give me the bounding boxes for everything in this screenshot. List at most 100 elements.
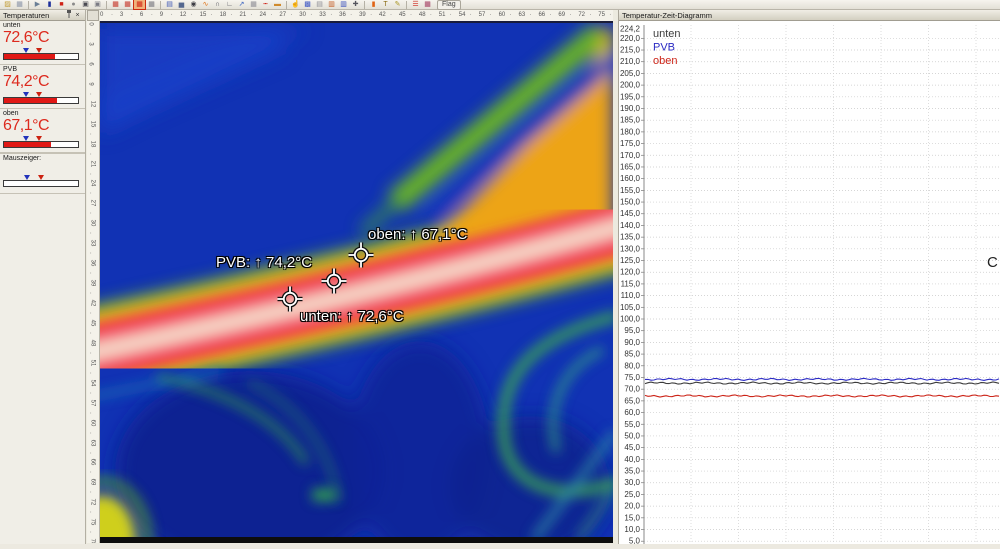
toolbar-layout-grid-button[interactable]: ▦ — [146, 0, 157, 9]
svg-text:180,0: 180,0 — [620, 127, 641, 136]
sensor-value: 74,2°C — [3, 73, 82, 90]
mouse-pointer-section: Mauszeiger: — [0, 153, 85, 194]
svg-text:120,0: 120,0 — [620, 268, 641, 277]
ruler-tick-label: 3 — [120, 12, 123, 18]
ruler-tick-label: 30 — [89, 220, 95, 227]
alarm-marker-high-icon[interactable] — [36, 48, 42, 53]
ruler-tick-dot: · — [231, 12, 233, 18]
toolbar-edit-pen-button[interactable]: ✎ — [392, 0, 403, 9]
ruler-tick-dot: · — [330, 12, 332, 18]
toolbar-alarm-bars-button[interactable]: ☰ — [410, 0, 421, 9]
svg-text:20,0: 20,0 — [624, 502, 640, 511]
toolbar-data-table-button[interactable]: ▦ — [248, 0, 259, 9]
alarm-marker-high-icon[interactable] — [36, 136, 42, 141]
ruler-tick-dot: · — [131, 12, 133, 18]
toolbar-scale-bar-button[interactable]: ▬ — [272, 0, 283, 9]
flag-button[interactable]: Flag — [437, 0, 461, 10]
svg-text:205,0: 205,0 — [620, 69, 641, 78]
pin-icon[interactable] — [64, 10, 73, 21]
svg-text:70,0: 70,0 — [624, 385, 640, 394]
svg-text:75,0: 75,0 — [624, 373, 640, 382]
temperature-scale-bar — [3, 97, 79, 104]
toolbar-rotate-button[interactable]: ◉ — [188, 0, 199, 9]
ruler-tick-dot: · — [589, 12, 591, 18]
ruler-tick-dot: · — [310, 12, 312, 18]
toolbar-palette-table-alt-button[interactable]: ▦ — [122, 0, 133, 9]
toolbar-marker-orange-button[interactable]: ▮ — [368, 0, 379, 9]
toolbar-mixed-view-button[interactable]: ▦ — [422, 0, 433, 9]
crosshair-icon — [347, 241, 375, 269]
toolbar-line-diagram-button[interactable]: ↗ — [236, 0, 247, 9]
legend-entry-unten[interactable]: unten — [653, 28, 681, 40]
ruler-tick-dot: · — [87, 133, 93, 135]
measure-point-oben[interactable] — [347, 241, 375, 269]
alarm-marker-high-icon[interactable] — [38, 175, 44, 180]
toolbar-isotherm-button[interactable]: ┅ — [260, 0, 271, 9]
toolbar-chart-gray-button[interactable]: ▤ — [314, 0, 325, 9]
toolbar-open-folder-button[interactable]: ▨ — [2, 0, 13, 9]
ruler-tick-label: 33 — [89, 240, 95, 247]
temperature-scale-fill — [4, 98, 57, 103]
toolbar-pause-button[interactable]: ▮ — [44, 0, 55, 9]
alarm-marker-low-icon[interactable] — [23, 92, 29, 97]
toolbar-chart-display-button[interactable]: ▤ — [164, 0, 175, 9]
toolbar-camera-button[interactable]: ▣ — [80, 0, 91, 9]
svg-text:30,0: 30,0 — [624, 478, 640, 487]
ruler-tick-dot: · — [609, 12, 611, 18]
ruler-tick-label: 21 — [89, 160, 95, 167]
ruler-tick-label: 45 — [399, 12, 406, 18]
alarm-marker-low-icon[interactable] — [24, 175, 30, 180]
toolbar-play-button[interactable]: ▶ — [32, 0, 43, 9]
ruler-tick-label: 36 — [89, 260, 95, 267]
svg-text:15,0: 15,0 — [624, 513, 640, 522]
alarm-marker-high-icon[interactable] — [36, 92, 42, 97]
ruler-tick-label: 51 — [439, 12, 446, 18]
svg-text:210,0: 210,0 — [620, 57, 641, 66]
measure-point-pvb[interactable] — [320, 267, 348, 295]
alarm-marker-low-icon[interactable] — [23, 136, 29, 141]
toolbar-hand-tool-button[interactable]: ☝ — [290, 0, 301, 9]
toolbar-profile-line-button[interactable]: ∩ — [212, 0, 223, 9]
ruler-tick-dot: · — [87, 511, 93, 513]
toolbar-text-label-button[interactable]: T — [380, 0, 391, 9]
ruler-tick-label: 12 — [180, 12, 187, 18]
legend-entry-oben[interactable]: oben — [653, 55, 677, 67]
svg-text:5,0: 5,0 — [629, 537, 641, 544]
legend-entry-PVB[interactable]: PVB — [653, 42, 675, 54]
close-icon[interactable]: × — [73, 11, 82, 20]
toolbar-save-button[interactable]: ▦ — [14, 0, 25, 9]
ruler-tick-dot: · — [410, 12, 412, 18]
ruler-tick-dot: · — [87, 33, 93, 35]
toolbar-histogram-button[interactable]: ▅ — [176, 0, 187, 9]
svg-text:185,0: 185,0 — [620, 116, 641, 125]
toolbar-palette-colors-button[interactable]: ▩ — [302, 0, 313, 9]
ruler-tick-label: 6 — [88, 62, 94, 65]
toolbar-settings-tools-button[interactable]: ✚ — [350, 0, 361, 9]
thermal-image[interactable]: oben: ↑ 67,1°C PVB: ↑ 74,2°C unten: ↑ 72… — [100, 21, 613, 543]
ruler-tick-dot: · — [87, 352, 93, 354]
ruler-tick-dot: · — [87, 452, 93, 454]
toolbar-stop-button[interactable]: ■ — [56, 0, 67, 9]
ruler-tick-dot: · — [87, 173, 93, 175]
toolbar-snapshot-button[interactable]: ▣ — [92, 0, 103, 9]
alarm-marker-low-icon[interactable] — [23, 48, 29, 53]
ruler-tick-dot: · — [87, 412, 93, 414]
toolbar-bars-warm-button[interactable]: ▥ — [326, 0, 337, 9]
toolbar-separator — [406, 1, 407, 9]
toolbar-record-button[interactable]: ● — [68, 0, 79, 9]
toolbar-palette-table-button[interactable]: ▦ — [110, 0, 121, 9]
ruler-tick-dot: · — [87, 232, 93, 234]
toolbar-measure-angle-button[interactable]: ∟ — [224, 0, 235, 9]
sensor-list: unten72,6°CPVB74,2°Coben67,1°C — [0, 21, 85, 153]
svg-text:150,0: 150,0 — [620, 198, 641, 207]
ruler-tick-label: 27 — [89, 200, 95, 207]
temperatures-panel-header: Temperaturen × — [0, 10, 85, 21]
ruler-tick-dot: · — [151, 12, 153, 18]
svg-text:135,0: 135,0 — [620, 233, 641, 242]
toolbar-bars-cool-button[interactable]: ▥ — [338, 0, 349, 9]
ruler-tick-label: 72 — [89, 499, 95, 506]
toolbar-palette-select-button[interactable]: ▦ — [134, 0, 145, 9]
ruler-tick-label: 60 — [499, 12, 506, 18]
toolbar-temp-curve-button[interactable]: ∿ — [200, 0, 211, 9]
ruler-tick-label: 57 — [479, 12, 486, 18]
